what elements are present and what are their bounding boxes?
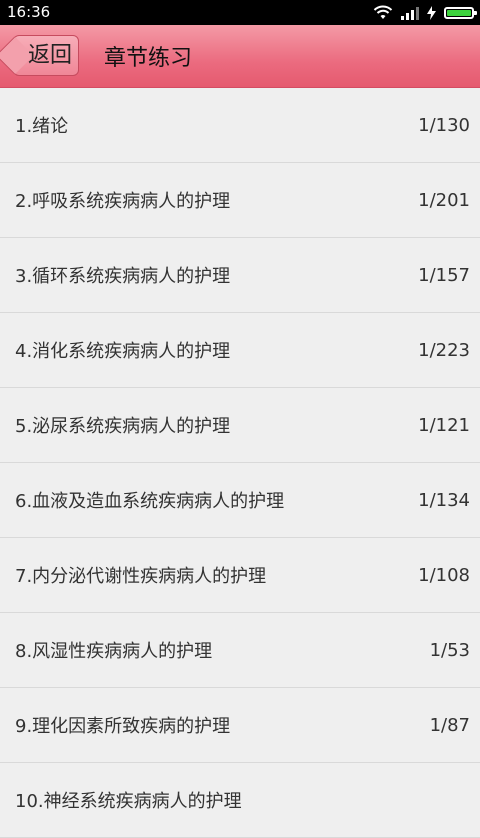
chapter-title: 9.理化因素所致疾病的护理 bbox=[15, 716, 231, 737]
back-button[interactable]: 返回 bbox=[13, 35, 79, 76]
chapter-progress: 1/223 bbox=[418, 339, 470, 361]
battery-icon bbox=[444, 7, 477, 19]
chapter-list: 1.绪论 1/130 2.呼吸系统疾病病人的护理 1/201 3.循环系统疾病病人的护理… bbox=[0, 88, 480, 838]
status-time: 16:36 bbox=[7, 3, 51, 21]
signal-icon bbox=[401, 7, 419, 20]
status-icons bbox=[373, 4, 477, 22]
chapter-progress: 1/108 bbox=[418, 564, 470, 586]
page-title: 章节练习 bbox=[104, 46, 193, 71]
chapter-progress: 1/157 bbox=[418, 264, 470, 286]
chapter-title: 4.消化系统疾病病人的护理 bbox=[15, 341, 231, 362]
chapter-title: 6.血液及造血系统疾病病人的护理 bbox=[15, 491, 285, 512]
chapter-row[interactable]: 4.消化系统疾病病人的护理 1/223 bbox=[0, 313, 480, 388]
chapter-progress: 1/130 bbox=[418, 114, 470, 136]
chapter-row[interactable]: 1.绪论 1/130 bbox=[0, 88, 480, 163]
chapter-title: 3.循环系统疾病病人的护理 bbox=[15, 266, 231, 287]
chapter-title: 1.绪论 bbox=[15, 116, 69, 137]
charging-icon bbox=[427, 6, 436, 20]
wifi-icon bbox=[373, 5, 393, 19]
chapter-title: 5.泌尿系统疾病病人的护理 bbox=[15, 416, 231, 437]
chapter-row[interactable]: 6.血液及造血系统疾病病人的护理 1/134 bbox=[0, 463, 480, 538]
battery-level bbox=[447, 10, 471, 16]
chapter-row[interactable]: 8.风湿性疾病病人的护理 1/53 bbox=[0, 613, 480, 688]
chapter-row[interactable]: 9.理化因素所致疾病的护理 1/87 bbox=[0, 688, 480, 763]
app-header: 返回 章节练习 bbox=[0, 25, 480, 88]
chapter-title: 7.内分泌代谢性疾病病人的护理 bbox=[15, 566, 267, 587]
chapter-row[interactable]: 5.泌尿系统疾病病人的护理 1/121 bbox=[0, 388, 480, 463]
chapter-progress: 1/134 bbox=[418, 489, 470, 511]
chapter-row[interactable]: 7.内分泌代谢性疾病病人的护理 1/108 bbox=[0, 538, 480, 613]
chapter-progress: 1/121 bbox=[418, 414, 470, 436]
chapter-progress: 1/87 bbox=[429, 714, 470, 736]
status-bar: 16:36 bbox=[0, 0, 480, 25]
chapter-progress: 1/53 bbox=[429, 639, 470, 661]
chapter-row[interactable]: 2.呼吸系统疾病病人的护理 1/201 bbox=[0, 163, 480, 238]
chapter-row[interactable]: 10.神经系统疾病病人的护理 bbox=[0, 763, 480, 838]
chapter-row[interactable]: 3.循环系统疾病病人的护理 1/157 bbox=[0, 238, 480, 313]
chapter-title: 8.风湿性疾病病人的护理 bbox=[15, 641, 213, 662]
chapter-title: 10.神经系统疾病病人的护理 bbox=[15, 791, 242, 812]
chapter-title: 2.呼吸系统疾病病人的护理 bbox=[15, 191, 231, 212]
back-button-label: 返回 bbox=[27, 42, 72, 68]
chapter-progress: 1/201 bbox=[418, 189, 470, 211]
